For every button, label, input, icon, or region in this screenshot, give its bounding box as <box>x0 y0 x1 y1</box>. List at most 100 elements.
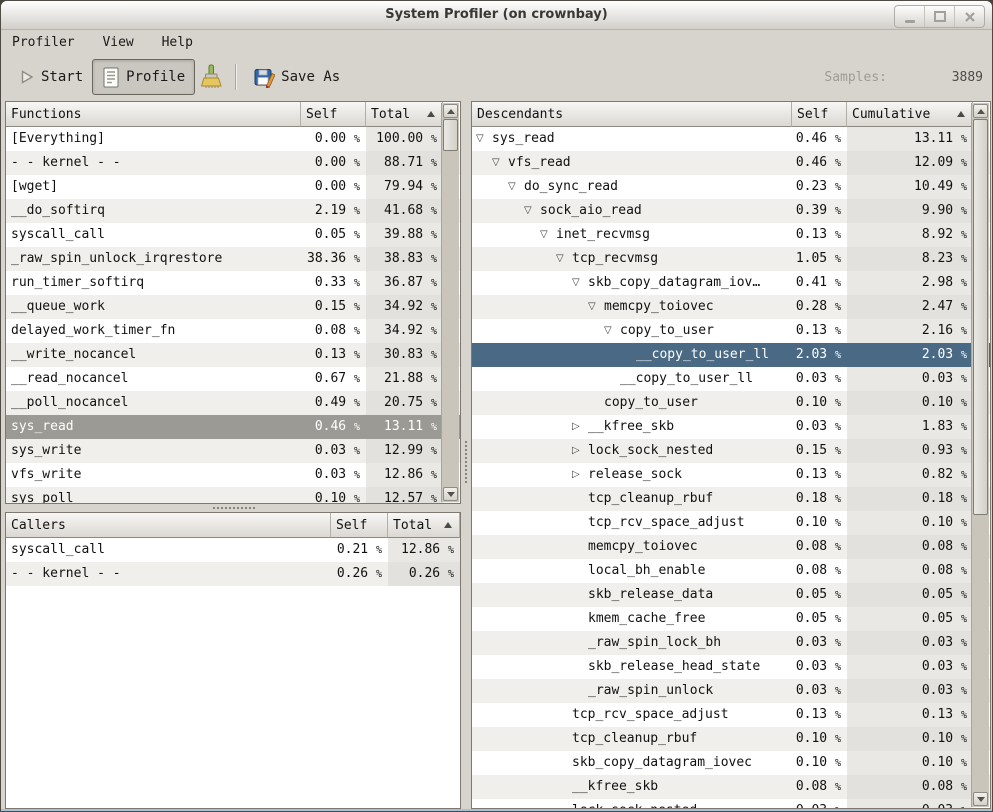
descendants-row[interactable]: ▷__kfree_skb0.03 %1.83 % <box>472 415 990 439</box>
functions-row[interactable]: - - kernel - -0.00 %88.71 % <box>6 151 460 175</box>
functions-scrollbar[interactable] <box>441 103 459 502</box>
vertical-splitter[interactable] <box>461 101 471 809</box>
functions-row[interactable]: run_timer_softirq0.33 %36.87 % <box>6 271 460 295</box>
close-button[interactable] <box>954 6 984 27</box>
functions-row[interactable]: delayed_work_timer_fn0.08 %34.92 % <box>6 319 460 343</box>
self-column-header[interactable]: Self <box>792 102 847 127</box>
self-cell: 0.15 % <box>301 295 366 319</box>
descendants-row[interactable]: skb_copy_datagram_iovec0.10 %0.10 % <box>472 751 990 775</box>
expander-open-icon[interactable]: ▽ <box>508 175 524 199</box>
maximize-button[interactable] <box>924 6 954 27</box>
name-cell: _raw_spin_unlock <box>472 679 792 703</box>
functions-row[interactable]: sys_read0.46 %13.11 % <box>6 415 460 439</box>
menu-item-help[interactable]: Help <box>152 30 203 55</box>
descendants-row[interactable]: __copy_to_user_ll0.03 %0.03 % <box>472 367 990 391</box>
callers-column-header[interactable]: Callers <box>6 513 331 538</box>
descendants-row[interactable]: ▽skb_copy_datagram_iov…0.41 %2.98 % <box>472 271 990 295</box>
functions-row[interactable]: __write_nocancel0.13 %30.83 % <box>6 343 460 367</box>
menu-item-view[interactable]: View <box>92 30 143 55</box>
horizontal-splitter[interactable] <box>5 504 461 512</box>
descendants-row[interactable]: skb_release_data0.05 %0.05 % <box>472 583 990 607</box>
functions-row[interactable]: __do_softirq2.19 %41.68 % <box>6 199 460 223</box>
expander-open-icon[interactable]: ▽ <box>588 295 604 319</box>
scrollbar-thumb[interactable] <box>973 119 988 515</box>
function-name: kmem_cache_free <box>588 607 705 631</box>
self-column-header[interactable]: Self <box>301 102 366 127</box>
expander-open-icon[interactable]: ▽ <box>524 199 540 223</box>
descendants-row[interactable]: skb_release_head_state0.03 %0.03 % <box>472 655 990 679</box>
self-cell: 0.05 % <box>301 223 366 247</box>
functions-column-header[interactable]: Functions <box>6 102 301 127</box>
descendants-row[interactable]: ▷lock_sock_nested0.15 %0.93 % <box>472 439 990 463</box>
scroll-down-button[interactable] <box>443 487 458 501</box>
descendants-row[interactable]: local_bh_enable0.08 %0.08 % <box>472 559 990 583</box>
samples-value: 3889 <box>887 70 983 85</box>
self-cell: 0.18 % <box>792 487 847 511</box>
descendants-row[interactable]: ▽memcpy_toiovec0.28 %2.47 % <box>472 295 990 319</box>
descendants-column-header[interactable]: Descendants <box>472 102 792 127</box>
expander-open-icon[interactable]: ▽ <box>604 319 620 343</box>
save-as-button[interactable]: Save As <box>245 60 349 94</box>
start-button[interactable]: Start <box>10 60 92 94</box>
descendants-row[interactable]: ▽tcp_recvmsg1.05 %8.23 % <box>472 247 990 271</box>
functions-row[interactable]: __queue_work0.15 %34.92 % <box>6 295 460 319</box>
scroll-up-button[interactable] <box>973 104 988 118</box>
functions-row[interactable]: [wget]0.00 %79.94 % <box>6 175 460 199</box>
expander-open-icon[interactable]: ▽ <box>540 223 556 247</box>
total-cell: 0.82 % <box>847 463 973 487</box>
total-column-header[interactable]: Total <box>366 102 443 127</box>
functions-row[interactable]: [Everything]0.00 %100.00 % <box>6 127 460 151</box>
total-column-header[interactable]: Total <box>388 513 460 538</box>
descendants-scrollbar[interactable] <box>971 103 989 807</box>
descendants-row[interactable]: ▽vfs_read0.46 %12.09 % <box>472 151 990 175</box>
functions-row[interactable]: __read_nocancel0.67 %21.88 % <box>6 367 460 391</box>
document-icon <box>102 67 120 88</box>
scroll-up-button[interactable] <box>443 104 458 118</box>
descendants-row[interactable]: ▽sys_read0.46 %13.11 % <box>472 127 990 151</box>
expander-closed-icon[interactable]: ▷ <box>572 463 588 487</box>
descendants-row[interactable]: copy_to_user0.10 %0.10 % <box>472 391 990 415</box>
functions-row[interactable]: sys_write0.03 %12.99 % <box>6 439 460 463</box>
descendants-row[interactable]: tcp_cleanup_rbuf0.18 %0.18 % <box>472 487 990 511</box>
descendants-row[interactable]: ▷release_sock0.13 %0.82 % <box>472 463 990 487</box>
total-cell: 0.03 % <box>847 655 973 679</box>
profile-button[interactable]: Profile <box>92 59 195 95</box>
functions-row[interactable]: syscall_call0.05 %39.88 % <box>6 223 460 247</box>
descendants-row[interactable]: _raw_spin_unlock0.03 %0.03 % <box>472 679 990 703</box>
cumulative-column-header[interactable]: Cumulative <box>847 102 973 127</box>
expander-closed-icon[interactable]: ▷ <box>572 439 588 463</box>
descendants-row[interactable]: ▽sock_aio_read0.39 %9.90 % <box>472 199 990 223</box>
expander-open-icon[interactable]: ▽ <box>476 127 492 151</box>
scroll-down-button[interactable] <box>973 792 988 806</box>
descendants-row[interactable]: _raw_spin_lock_bh0.03 %0.03 % <box>472 631 990 655</box>
descendants-row[interactable]: ▽inet_recvmsg0.13 %8.92 % <box>472 223 990 247</box>
descendants-row[interactable]: kmem_cache_free0.05 %0.05 % <box>472 607 990 631</box>
functions-row[interactable]: __poll_nocancel0.49 %20.75 % <box>6 391 460 415</box>
descendants-row[interactable]: __kfree_skb0.08 %0.08 % <box>472 775 990 799</box>
descendants-row[interactable]: __copy_to_user_ll2.03 %2.03 % <box>472 343 990 367</box>
self-cell: 0.03 % <box>792 655 847 679</box>
titlebar[interactable]: System Profiler (on crownbay) <box>1 1 992 30</box>
expander-closed-icon[interactable]: ▷ <box>572 415 588 439</box>
functions-row[interactable]: vfs_write0.03 %12.86 % <box>6 463 460 487</box>
menu-item-profiler[interactable]: Profiler <box>2 30 85 55</box>
self-cell: 38.36 % <box>301 247 366 271</box>
descendants-row[interactable]: tcp_rcv_space_adjust0.10 %0.10 % <box>472 511 990 535</box>
functions-row[interactable]: _raw_spin_unlock_irqrestore38.36 %38.83 … <box>6 247 460 271</box>
minimize-button[interactable] <box>895 6 924 27</box>
descendants-row[interactable]: memcpy_toiovec0.08 %0.08 % <box>472 535 990 559</box>
scrollbar-thumb[interactable] <box>443 119 458 151</box>
functions-row[interactable]: sys_poll0.10 %12.57 % <box>6 487 460 504</box>
expander-open-icon[interactable]: ▽ <box>556 247 572 271</box>
callers-row[interactable]: syscall_call0.21 %12.86 % <box>6 538 460 562</box>
expander-open-icon[interactable]: ▽ <box>492 151 508 175</box>
descendants-row[interactable]: ▽do_sync_read0.23 %10.49 % <box>472 175 990 199</box>
reset-button[interactable] <box>195 60 227 94</box>
descendants-row[interactable]: tcp_cleanup_rbuf0.10 %0.10 % <box>472 727 990 751</box>
self-column-header[interactable]: Self <box>331 513 388 538</box>
descendants-row[interactable]: tcp_rcv_space_adjust0.13 %0.13 % <box>472 703 990 727</box>
descendants-row[interactable]: ▽copy_to_user0.13 %2.16 % <box>472 319 990 343</box>
descendants-row[interactable]: lock_sock_nested0.03 %0.03 % <box>472 799 990 809</box>
callers-row[interactable]: - - kernel - -0.26 %0.26 % <box>6 562 460 586</box>
expander-open-icon[interactable]: ▽ <box>572 271 588 295</box>
